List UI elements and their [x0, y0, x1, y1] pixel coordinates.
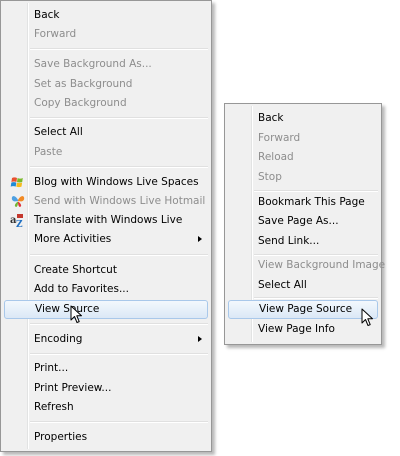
- mouse-pointer-icon: [70, 305, 84, 325]
- menu-item-paste[interactable]: Paste: [4, 143, 208, 162]
- menu-item-label: Properties: [34, 431, 88, 443]
- menu-separator: [30, 421, 208, 423]
- menu-separator: [254, 190, 378, 192]
- menu-item-forward[interactable]: Forward: [228, 129, 378, 148]
- menu-item-label: Save Background As...: [34, 58, 152, 70]
- menu-item-label: Back: [258, 112, 284, 124]
- menu-item-label: Bookmark This Page: [258, 196, 365, 208]
- menu-item-label: Paste: [34, 146, 63, 158]
- menu-item-label: Select All: [34, 126, 83, 138]
- menu-item-set-as-background[interactable]: Set as Background: [4, 75, 208, 94]
- menu-item-send-with-hotmail[interactable]: Send with Windows Live Hotmail: [4, 192, 208, 211]
- menu-item-more-activities[interactable]: More Activities: [4, 230, 208, 249]
- menu-item-label: Send Link...: [258, 235, 320, 247]
- menu-item-bookmark-page[interactable]: Bookmark This Page: [228, 193, 378, 212]
- menu-item-forward[interactable]: Forward: [4, 25, 208, 44]
- menu-item-print[interactable]: Print...: [4, 359, 208, 378]
- mouse-pointer-icon: [361, 308, 375, 328]
- menu-separator: [254, 297, 378, 299]
- menu-item-label: View Page Source: [259, 303, 353, 315]
- context-menu-firefox: Back Forward Reload Stop Bookmark This P…: [224, 103, 385, 345]
- menu-item-label: Save Page As...: [258, 215, 339, 227]
- menu-item-label: Print...: [34, 362, 69, 374]
- menu-item-print-preview[interactable]: Print Preview...: [4, 379, 208, 398]
- menu-item-label: Stop: [258, 171, 282, 183]
- menu-item-back[interactable]: Back: [228, 109, 378, 128]
- translate-icon: a Z: [10, 213, 26, 230]
- menu-item-reload[interactable]: Reload: [228, 148, 378, 167]
- menu-item-view-source[interactable]: View Source: [4, 300, 208, 319]
- menu-separator: [30, 166, 208, 168]
- menu-item-label: Add to Favorites...: [34, 283, 129, 295]
- menu-item-refresh[interactable]: Refresh: [4, 398, 208, 417]
- menu-item-blog-with-spaces[interactable]: Blog with Windows Live Spaces: [4, 173, 208, 192]
- windows-flag-icon: [10, 175, 26, 190]
- menu-item-select-all[interactable]: Select All: [4, 123, 208, 142]
- menu-item-send-link[interactable]: Send Link...: [228, 232, 378, 251]
- menu-separator: [30, 48, 208, 50]
- menu-item-translate[interactable]: a Z Translate with Windows Live: [4, 211, 208, 230]
- menu-item-label: Translate with Windows Live: [34, 214, 183, 226]
- menu-item-label: Create Shortcut: [34, 264, 117, 276]
- menu-item-create-shortcut[interactable]: Create Shortcut: [4, 261, 208, 280]
- menu-item-add-to-favorites[interactable]: Add to Favorites...: [4, 280, 208, 299]
- menu-item-encoding[interactable]: Encoding: [4, 330, 208, 349]
- menu-item-view-page-info[interactable]: View Page Info: [228, 320, 378, 339]
- menu-item-label: Refresh: [34, 401, 74, 413]
- svg-text:Z: Z: [16, 220, 23, 228]
- menu-item-label: Print Preview...: [34, 382, 112, 394]
- menu-item-label: Forward: [258, 132, 301, 144]
- menu-item-copy-background[interactable]: Copy Background: [4, 94, 208, 113]
- menu-separator: [30, 323, 208, 325]
- menu-item-label: More Activities: [34, 233, 112, 245]
- menu-item-save-background-as[interactable]: Save Background As...: [4, 55, 208, 74]
- submenu-arrow-icon: [198, 336, 202, 342]
- butterfly-icon: [10, 194, 26, 209]
- menu-item-label: Reload: [258, 151, 294, 163]
- menu-item-view-page-source[interactable]: View Page Source: [228, 300, 378, 319]
- menu-separator: [30, 117, 208, 119]
- menu-item-label: Select All: [258, 279, 307, 291]
- menu-item-properties[interactable]: Properties: [4, 428, 208, 447]
- submenu-arrow-icon: [198, 236, 202, 242]
- menu-item-label: Copy Background: [34, 97, 127, 109]
- menu-item-save-page-as[interactable]: Save Page As...: [228, 212, 378, 231]
- menu-item-label: View Page Info: [258, 323, 335, 335]
- menu-item-view-background-image[interactable]: View Background Image: [228, 256, 385, 275]
- menu-item-back[interactable]: Back: [4, 6, 208, 25]
- menu-item-label: Send with Windows Live Hotmail: [34, 195, 206, 207]
- menu-item-label: Back: [34, 9, 60, 21]
- menu-item-select-all[interactable]: Select All: [228, 276, 378, 295]
- context-menu-ie: Back Forward Save Background As... Set a…: [0, 0, 212, 452]
- menu-item-label: Set as Background: [34, 78, 133, 90]
- menu-item-label: View Background Image: [258, 259, 386, 271]
- menu-separator: [30, 254, 208, 256]
- menu-item-stop[interactable]: Stop: [228, 168, 378, 187]
- menu-item-label: View Source: [35, 303, 100, 315]
- menu-item-label: Encoding: [34, 333, 83, 345]
- menu-separator: [30, 353, 208, 355]
- menu-item-label: Blog with Windows Live Spaces: [34, 176, 199, 188]
- menu-item-label: Forward: [34, 28, 77, 40]
